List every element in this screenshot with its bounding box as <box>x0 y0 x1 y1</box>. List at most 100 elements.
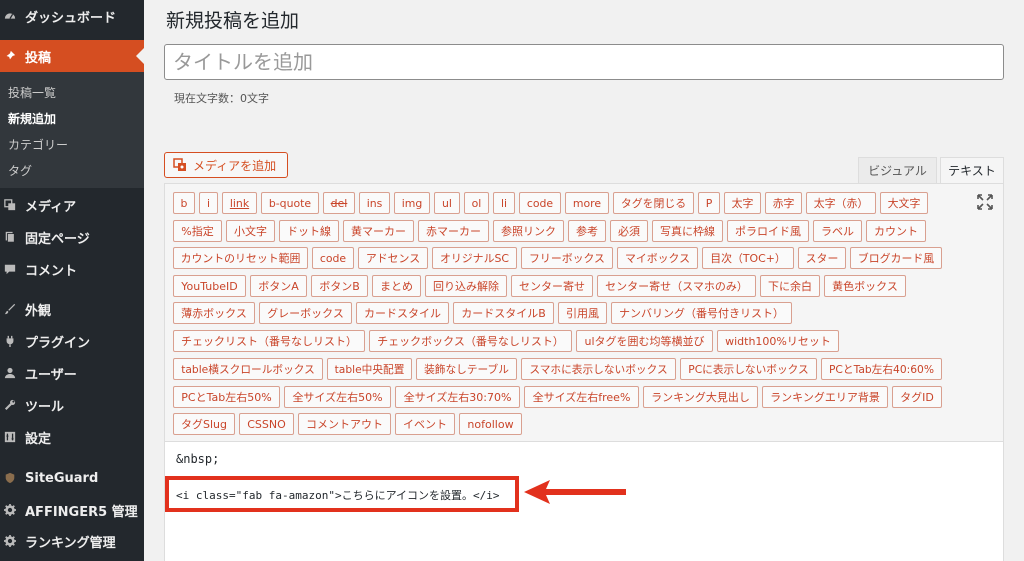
quicktag-button[interactable]: ブログカード風 <box>850 247 942 269</box>
submenu-item[interactable]: タグ <box>8 162 32 179</box>
quicktag-button[interactable]: カードスタイルB <box>453 302 554 324</box>
quicktag-button[interactable]: フリーボックス <box>521 247 613 269</box>
quicktag-button[interactable]: タグID <box>892 386 942 408</box>
quicktag-button[interactable]: ins <box>359 192 390 214</box>
quicktag-button[interactable]: ulタグを囲む均等横並び <box>576 330 713 352</box>
quicktag-button[interactable]: ul <box>434 192 460 214</box>
quicktag-button[interactable]: 大文字 <box>880 192 928 214</box>
quicktag-button[interactable]: タグを閉じる <box>613 192 694 214</box>
sidebar-item[interactable]: 投稿 <box>0 40 144 72</box>
quicktag-button[interactable]: ナンバリング（番号付きリスト） <box>611 302 792 324</box>
quicktag-button[interactable]: タグSlug <box>173 413 235 435</box>
quicktag-button[interactable]: table横スクロールボックス <box>173 358 323 380</box>
post-title-input[interactable] <box>164 44 1004 80</box>
quicktag-button[interactable]: P <box>698 192 720 214</box>
quicktag-button[interactable]: まとめ <box>372 275 421 297</box>
quicktag-button[interactable]: 赤字 <box>765 192 802 214</box>
quicktag-button[interactable]: ランキングエリア背景 <box>762 386 888 408</box>
quicktag-button[interactable]: 全サイズ左右50% <box>284 386 391 408</box>
quicktag-button[interactable]: CSSNO <box>239 413 294 435</box>
quicktag-button[interactable]: センター寄せ（スマホのみ） <box>597 275 756 297</box>
quicktag-button[interactable]: PCとTab左右50% <box>173 386 280 408</box>
quicktag-button[interactable]: b-quote <box>261 192 319 214</box>
sidebar-item[interactable]: 設定 <box>0 421 144 453</box>
quicktag-button[interactable]: ドット線 <box>279 220 339 242</box>
quicktag-button[interactable]: 太字 <box>724 192 761 214</box>
quicktag-button[interactable]: 引用風 <box>558 302 607 324</box>
quicktag-button[interactable]: img <box>394 192 430 214</box>
quicktag-button[interactable]: %指定 <box>173 220 222 242</box>
quicktag-button[interactable]: 薄赤ボックス <box>173 302 255 324</box>
quicktag-button[interactable]: ポラロイド風 <box>727 220 809 242</box>
quicktag-button[interactable]: 太字（赤） <box>806 192 876 214</box>
quicktag-button[interactable]: 装飾なしテーブル <box>416 358 517 380</box>
quicktag-button[interactable]: nofollow <box>459 413 522 435</box>
quicktag-button[interactable]: カウント <box>866 220 926 242</box>
sidebar-item[interactable]: SiteGuard <box>0 462 144 494</box>
quicktag-button[interactable]: width100%リセット <box>717 330 839 352</box>
quicktag-button[interactable]: ランキング大見出し <box>643 386 758 408</box>
sidebar-item[interactable]: メディア <box>0 189 144 221</box>
quicktag-button[interactable]: table中央配置 <box>327 358 412 380</box>
quicktag-button[interactable]: チェックボックス（番号なしリスト） <box>369 330 572 352</box>
quicktag-button[interactable]: マイボックス <box>617 247 698 269</box>
sidebar-item[interactable]: プラグイン <box>0 325 144 357</box>
sidebar-item[interactable]: ダッシュボード <box>0 0 144 32</box>
quicktag-button[interactable]: del <box>323 192 355 214</box>
quicktag-button[interactable]: カウントのリセット範囲 <box>173 247 308 269</box>
quicktag-button[interactable]: スター <box>798 247 846 269</box>
quicktag-button[interactable]: センター寄せ <box>511 275 593 297</box>
sidebar-item[interactable]: ランキング管理 <box>0 525 144 557</box>
sidebar-item[interactable]: AFFINGER5 管理 <box>0 494 144 526</box>
quicktag-button[interactable]: i <box>199 192 218 214</box>
quicktag-button[interactable]: 小文字 <box>226 220 275 242</box>
quicktag-button[interactable]: ボタンA <box>250 275 307 297</box>
quicktag-button[interactable]: link <box>222 192 257 214</box>
quicktag-button[interactable]: 赤マーカー <box>418 220 489 242</box>
quicktag-button[interactable]: ラベル <box>813 220 862 242</box>
sidebar-item[interactable]: コメント <box>0 253 144 285</box>
sidebar-item[interactable]: 外観 <box>0 293 144 325</box>
quicktag-button[interactable]: コメントアウト <box>298 413 391 435</box>
sidebar-item[interactable]: ユーザー <box>0 357 144 389</box>
quicktag-button[interactable]: PCとTab左右40:60% <box>821 358 942 380</box>
quicktag-button[interactable]: PCに表示しないボックス <box>680 358 817 380</box>
quicktag-button[interactable]: b <box>173 192 195 214</box>
quicktag-button[interactable]: グレーボックス <box>259 302 352 324</box>
quicktag-button[interactable]: オリジナルSC <box>432 247 517 269</box>
tab-visual[interactable]: ビジュアル <box>858 157 937 183</box>
quicktag-button[interactable]: アドセンス <box>358 247 428 269</box>
quicktag-button[interactable]: カードスタイル <box>356 302 449 324</box>
quicktag-button[interactable]: 参照リンク <box>493 220 564 242</box>
quicktag-button[interactable]: code <box>519 192 561 214</box>
submenu-item[interactable]: 新規追加 <box>8 110 56 127</box>
quicktag-button[interactable]: ボタンB <box>311 275 368 297</box>
submenu-item[interactable]: 投稿一覧 <box>8 84 56 101</box>
quicktag-button[interactable]: 全サイズ左右free% <box>524 386 639 408</box>
quicktag-button[interactable]: 黄色ボックス <box>824 275 906 297</box>
quicktag-button[interactable]: ol <box>464 192 489 214</box>
quicktag-button[interactable]: 参考 <box>568 220 606 242</box>
quicktag-button[interactable]: 必須 <box>610 220 648 242</box>
add-media-button[interactable]: メディアを追加 <box>164 152 288 178</box>
quicktag-button[interactable]: YouTubeID <box>173 275 246 297</box>
quicktag-button[interactable]: 黄マーカー <box>343 220 414 242</box>
quicktag-button[interactable]: li <box>493 192 515 214</box>
media-icon <box>4 197 16 213</box>
quicktag-button[interactable]: 下に余白 <box>760 275 820 297</box>
sidebar-item[interactable]: ツール <box>0 389 144 421</box>
quicktag-button[interactable]: 写真に枠線 <box>652 220 723 242</box>
quicktag-button[interactable]: code <box>312 247 354 269</box>
quicktag-button[interactable]: more <box>565 192 609 214</box>
quicktag-button[interactable]: 回り込み解除 <box>425 275 507 297</box>
quicktag-button[interactable]: イベント <box>395 413 455 435</box>
quicktag-button[interactable]: 全サイズ左右30:70% <box>395 386 520 408</box>
tab-text[interactable]: テキスト <box>940 157 1004 183</box>
quicktag-button[interactable]: 目次（TOC+） <box>702 247 794 269</box>
quicktag-button[interactable]: チェックリスト（番号なしリスト） <box>173 330 365 352</box>
sidebar-item[interactable]: 固定ページ <box>0 221 144 253</box>
fullscreen-icon[interactable] <box>977 194 993 210</box>
submenu-item[interactable]: カテゴリー <box>8 136 68 153</box>
quicktag-button[interactable]: スマホに表示しないボックス <box>521 358 676 380</box>
dashboard-icon <box>4 8 16 24</box>
